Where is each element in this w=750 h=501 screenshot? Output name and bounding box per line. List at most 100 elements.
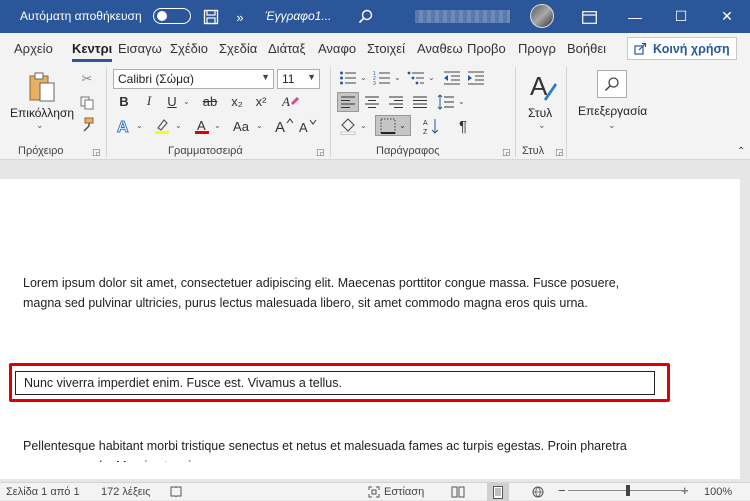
chevron-down-icon[interactable]: ⌄ (608, 120, 616, 131)
bold-button[interactable]: B (116, 93, 132, 109)
page-count[interactable]: Σελίδα 1 από 1 (6, 486, 80, 498)
proofing-icon[interactable] (170, 486, 182, 501)
numbering-icon[interactable]: 123 (372, 68, 392, 88)
tab-help[interactable]: Βοήθει (567, 41, 606, 56)
chevron-down-icon[interactable]: ⌄ (175, 121, 182, 130)
tab-mailings[interactable]: Στοιχεί (367, 41, 405, 56)
tab-insert[interactable]: Εισαγω (118, 41, 162, 56)
bullets-icon[interactable] (338, 68, 358, 88)
save-icon[interactable] (202, 8, 220, 26)
underline-button[interactable]: U (164, 93, 180, 109)
italic-button[interactable]: I (141, 93, 157, 109)
paste-icon[interactable] (26, 70, 58, 104)
zoom-slider-thumb[interactable] (626, 485, 630, 496)
highlight-color-icon[interactable] (152, 116, 172, 136)
autosave-label: Αυτόματη αποθήκευση (20, 9, 142, 23)
svg-text:Z: Z (423, 129, 428, 135)
editing-label[interactable]: Επεξεργασία (578, 104, 647, 118)
tab-file[interactable]: Αρχείο (14, 41, 53, 56)
align-right-icon[interactable] (386, 92, 406, 112)
chevron-down-icon[interactable]: ⌄ (256, 121, 263, 130)
cut-icon[interactable]: ✂ (78, 70, 96, 88)
word-count[interactable]: 172 λέξεις (101, 486, 150, 498)
search-icon[interactable] (356, 7, 374, 25)
font-name-select[interactable]: Calibri (Σώμα) ▼ (113, 69, 274, 89)
chevron-down-icon[interactable]: ⌄ (36, 120, 44, 131)
tab-developer[interactable]: Προγρ (518, 41, 556, 56)
web-layout-icon[interactable] (532, 486, 544, 501)
chevron-double-right-icon[interactable]: » (232, 8, 248, 26)
clipboard-launcher-icon[interactable]: ◲ (92, 147, 101, 158)
chevron-down-icon[interactable]: ⌄ (458, 97, 465, 106)
font-launcher-icon[interactable]: ◲ (316, 147, 325, 158)
shading-icon[interactable] (338, 116, 358, 136)
font-color-icon[interactable]: A (192, 116, 212, 136)
avatar[interactable] (530, 4, 554, 28)
focus-icon[interactable] (368, 486, 380, 501)
vertical-scrollbar[interactable] (740, 161, 750, 482)
paste-label[interactable]: Επικόλληση (10, 106, 74, 120)
document-page[interactable] (0, 179, 740, 479)
line-spacing-icon[interactable] (436, 92, 456, 112)
focus-label[interactable]: Εστίαση (384, 486, 424, 498)
paragraph-3[interactable]: Pellentesque habitant morbi tristique se… (23, 436, 633, 462)
svg-text:A: A (197, 118, 206, 133)
grow-font-icon[interactable]: A (274, 116, 294, 136)
format-painter-icon[interactable] (78, 116, 96, 134)
svg-text:A: A (117, 119, 129, 135)
print-layout-icon[interactable] (487, 483, 509, 501)
chevron-down-icon[interactable]: ⌄ (360, 121, 367, 130)
chevron-down-icon[interactable]: ⌄ (538, 120, 546, 131)
increase-indent-icon[interactable] (466, 68, 486, 88)
divider (566, 67, 567, 157)
text-effects-icon[interactable]: A (114, 116, 134, 136)
ribbon-display-icon[interactable] (580, 8, 598, 26)
copy-icon[interactable] (78, 94, 96, 112)
shrink-font-icon[interactable]: A (298, 116, 318, 136)
tab-layout[interactable]: Διάταξ (268, 41, 305, 56)
document-title[interactable]: Έγγραφο1... (265, 9, 331, 23)
clear-formatting-icon[interactable]: A (280, 92, 300, 110)
chevron-down-icon[interactable]: ⌄ (360, 73, 367, 82)
align-left-icon[interactable] (337, 92, 359, 112)
align-center-icon[interactable] (362, 92, 382, 112)
change-case-button[interactable]: Aa (230, 117, 252, 135)
borders-icon[interactable]: ⌄ (375, 115, 411, 136)
svg-text:3: 3 (373, 81, 376, 86)
styles-launcher-icon[interactable]: ◲ (555, 147, 564, 158)
zoom-out-button[interactable]: − (558, 483, 566, 498)
tab-home[interactable]: Κεντρι (72, 41, 113, 62)
chevron-down-icon[interactable]: ⌄ (136, 121, 143, 130)
paragraph-launcher-icon[interactable]: ◲ (502, 147, 511, 158)
chevron-down-icon[interactable]: ⌄ (428, 73, 435, 82)
zoom-level[interactable]: 100% (704, 486, 732, 498)
decrease-indent-icon[interactable] (442, 68, 462, 88)
justify-icon[interactable] (410, 92, 430, 112)
chevron-down-icon[interactable]: ⌄ (214, 121, 221, 130)
search-icon[interactable] (597, 70, 627, 98)
strikethrough-button[interactable]: ab (200, 93, 220, 109)
font-size-select[interactable]: 11 ▼ (277, 69, 320, 89)
autosave-toggle[interactable] (153, 8, 191, 24)
close-button[interactable]: ✕ (704, 0, 750, 33)
read-mode-icon[interactable] (451, 486, 465, 501)
share-button[interactable]: Κοινή χρήση (627, 37, 737, 60)
styles-label[interactable]: Στυλ (528, 106, 552, 120)
tab-view[interactable]: Προβο (467, 41, 506, 56)
styles-icon[interactable]: A (527, 70, 559, 104)
sort-icon[interactable]: AZ (422, 116, 442, 136)
tab-references[interactable]: Αναφο (318, 41, 356, 56)
chevron-down-icon[interactable]: ⌄ (394, 73, 401, 82)
tab-review[interactable]: Αναθεω (417, 41, 463, 56)
superscript-button[interactable]: x² (252, 93, 270, 109)
tab-design[interactable]: Σχέδιο (170, 41, 208, 56)
tab-draw[interactable]: Σχεδία (219, 41, 257, 56)
show-formatting-button[interactable]: ¶ (454, 116, 472, 136)
collapse-ribbon-icon[interactable]: ⌃ (737, 146, 745, 157)
subscript-button[interactable]: x₂ (228, 93, 246, 109)
minimize-button[interactable]: — (612, 0, 658, 33)
restore-button[interactable]: ☐ (658, 0, 704, 33)
multilevel-list-icon[interactable] (406, 68, 426, 88)
paragraph-1[interactable]: Lorem ipsum dolor sit amet, consectetuer… (23, 273, 633, 313)
chevron-down-icon[interactable]: ⌄ (183, 97, 190, 106)
